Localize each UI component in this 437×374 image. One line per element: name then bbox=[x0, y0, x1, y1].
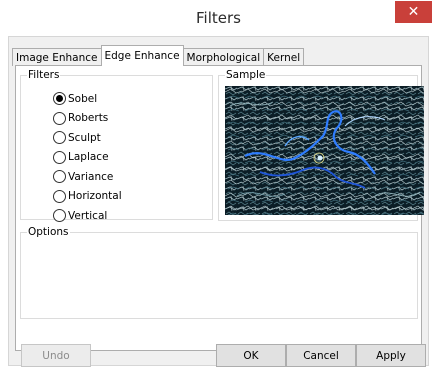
radio-label[interactable]: Sculpt bbox=[68, 132, 101, 144]
radio-sculpt[interactable]: Sculpt bbox=[53, 128, 122, 148]
radio-button-icon[interactable] bbox=[53, 150, 66, 164]
filter-radio-list: Sobel Roberts Sculpt Laplace Variance Ho… bbox=[53, 89, 122, 226]
sample-preview-image bbox=[225, 86, 424, 215]
radio-button-icon[interactable] bbox=[53, 111, 66, 125]
cancel-button[interactable]: Cancel bbox=[286, 344, 356, 367]
radio-button-icon[interactable] bbox=[53, 92, 66, 106]
radio-vertical[interactable]: Vertical bbox=[53, 206, 122, 226]
radio-label[interactable]: Laplace bbox=[68, 151, 109, 163]
tab-kernel[interactable]: Kernel bbox=[263, 48, 305, 66]
radio-button-icon[interactable] bbox=[53, 189, 66, 203]
tab-image-enhance[interactable]: Image Enhance bbox=[12, 48, 102, 66]
tab-morphological[interactable]: Morphological bbox=[182, 48, 265, 66]
window-title: Filters bbox=[196, 9, 241, 27]
close-icon: ✕ bbox=[407, 4, 420, 20]
radio-label[interactable]: Horizontal bbox=[68, 190, 122, 202]
filters-group-label: Filters bbox=[27, 69, 61, 81]
filters-dialog: Filters ✕ Image Enhance Edge Enhance Mor… bbox=[0, 0, 437, 374]
sample-groupbox: Sample bbox=[218, 69, 424, 221]
tab-edge-enhance[interactable]: Edge Enhance bbox=[100, 45, 184, 66]
radio-variance[interactable]: Variance bbox=[53, 167, 122, 187]
tab-strip: Image Enhance Edge Enhance Morphological… bbox=[12, 45, 305, 66]
ok-button[interactable]: OK bbox=[216, 344, 286, 367]
radio-label[interactable]: Sobel bbox=[68, 93, 97, 105]
filters-groupbox: Filters Sobel Roberts Sculpt Laplace Var… bbox=[20, 69, 213, 223]
dialog-client-area: Image Enhance Edge Enhance Morphological… bbox=[8, 36, 429, 367]
sample-group-label: Sample bbox=[225, 69, 267, 81]
apply-button[interactable]: Apply bbox=[356, 344, 426, 367]
options-groupbox: Options bbox=[20, 226, 418, 319]
radio-label[interactable]: Variance bbox=[68, 171, 113, 183]
radio-button-icon[interactable] bbox=[53, 131, 66, 145]
radio-selected-dot bbox=[56, 95, 63, 103]
radio-horizontal[interactable]: Horizontal bbox=[53, 187, 122, 207]
options-group-label: Options bbox=[27, 226, 70, 238]
radio-button-icon[interactable] bbox=[53, 170, 66, 184]
title-bar[interactable]: Filters ✕ bbox=[0, 0, 437, 36]
edge-texture-graphic bbox=[225, 86, 424, 215]
edge-enhance-panel: Filters Sobel Roberts Sculpt Laplace Var… bbox=[15, 65, 424, 351]
undo-button[interactable]: Undo bbox=[21, 344, 91, 367]
radio-sobel[interactable]: Sobel bbox=[53, 89, 122, 109]
radio-laplace[interactable]: Laplace bbox=[53, 148, 122, 168]
radio-roberts[interactable]: Roberts bbox=[53, 109, 122, 129]
radio-label[interactable]: Roberts bbox=[68, 112, 108, 124]
radio-label[interactable]: Vertical bbox=[68, 210, 107, 222]
close-button[interactable]: ✕ bbox=[395, 1, 432, 23]
radio-button-icon[interactable] bbox=[53, 209, 66, 223]
